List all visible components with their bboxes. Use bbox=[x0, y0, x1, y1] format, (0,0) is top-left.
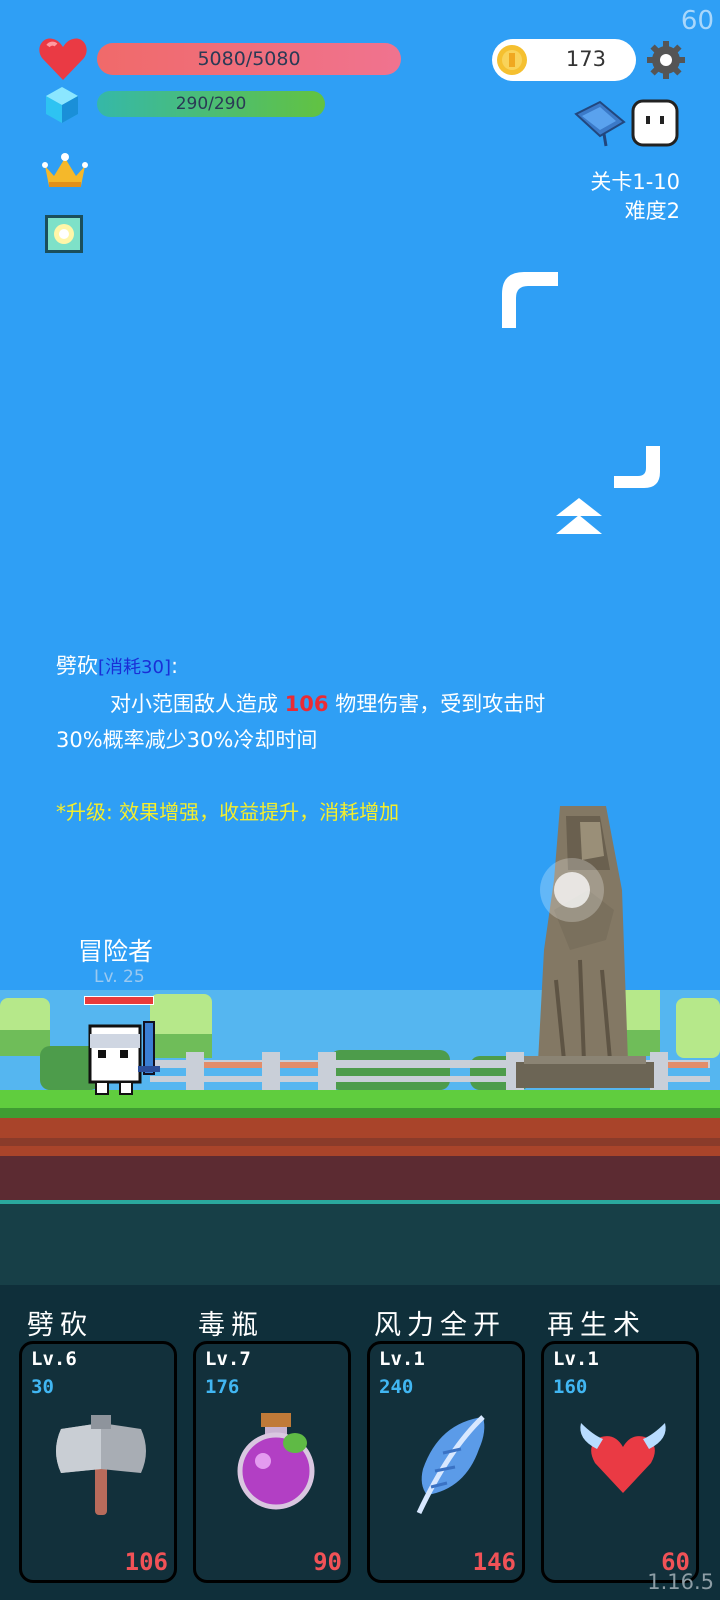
mp-bar: 290/290 bbox=[97, 91, 325, 117]
skill-cost: 30 bbox=[31, 1376, 54, 1398]
buff-lightbulb-icon[interactable] bbox=[45, 215, 83, 253]
hero-name: 冒险者 bbox=[78, 937, 154, 966]
skill-level: Lv.7 bbox=[205, 1348, 251, 1370]
gold-coin-icon bbox=[497, 45, 527, 75]
hero-level: Lv. 25 bbox=[94, 967, 145, 987]
skill-name-1: 劈砍 bbox=[27, 1310, 93, 1341]
target-corner-top-left bbox=[502, 272, 558, 328]
skill-description: 劈砍[消耗30]: 对小范围敌人造成 106 物理伤害，受到攻击时 30%概率减… bbox=[56, 648, 636, 758]
axe-icon bbox=[56, 1415, 146, 1515]
skill-cost: 176 bbox=[205, 1376, 240, 1398]
upgrade-hint: *升级: 效果增强，收益提升，消耗增加 bbox=[56, 800, 400, 824]
skill-desc-line1-pre: 对小范围敌人造成 bbox=[110, 692, 278, 716]
skill-card-poison[interactable]: Lv.7 176 90 bbox=[193, 1341, 351, 1583]
skill-value: 146 bbox=[472, 1548, 516, 1576]
skill-name-4: 再生术 bbox=[547, 1310, 646, 1341]
feather-icon bbox=[416, 1415, 485, 1515]
skill-value: 106 bbox=[124, 1548, 168, 1576]
knight-hero-sprite[interactable] bbox=[86, 1016, 166, 1098]
hp-bar: 5080/5080 bbox=[97, 43, 401, 75]
skill-cost: 240 bbox=[379, 1376, 414, 1398]
ghost-icon[interactable] bbox=[630, 98, 680, 148]
skill-desc-damage: 106 bbox=[284, 692, 329, 716]
hero-hp-bar bbox=[84, 996, 154, 1005]
skill-desc-cost: 消耗30 bbox=[105, 657, 164, 678]
settings-gear-icon[interactable] bbox=[646, 40, 686, 80]
skill-value: 90 bbox=[313, 1548, 342, 1576]
skill-desc-line1-post: 物理伤害，受到攻击时 bbox=[335, 692, 546, 716]
stage-info: 关卡1-10 难度2 bbox=[590, 168, 680, 226]
mp-text: 290/290 bbox=[175, 94, 247, 114]
map-icon[interactable] bbox=[574, 100, 626, 148]
skill-name-3: 风力全开 bbox=[374, 1310, 506, 1341]
hp-text: 5080/5080 bbox=[197, 48, 301, 70]
skill-desc-name: 劈砍 bbox=[56, 654, 98, 678]
target-corner-bottom-right bbox=[614, 446, 660, 488]
praying-statue-enemy[interactable] bbox=[510, 800, 660, 1096]
fps-counter: 60 bbox=[680, 6, 714, 36]
skill-card-wind[interactable]: Lv.1 240 146 bbox=[367, 1341, 525, 1583]
skill-desc-line2: 30%概率减少30%冷却时间 bbox=[56, 728, 318, 752]
heart-icon bbox=[39, 38, 87, 80]
skill-name-2: 毒瓶 bbox=[198, 1310, 264, 1341]
stage-difficulty: 难度2 bbox=[624, 199, 680, 223]
skill-cost: 160 bbox=[553, 1376, 588, 1398]
upgrade-chevrons-icon[interactable] bbox=[556, 498, 602, 536]
crown-icon[interactable] bbox=[42, 152, 88, 190]
winged-heart-icon bbox=[580, 1423, 666, 1493]
skill-level: Lv.6 bbox=[31, 1348, 77, 1370]
version-label: 1.16.5 bbox=[647, 1570, 714, 1594]
coin-counter[interactable]: 173 bbox=[492, 39, 636, 81]
poison-bottle-icon bbox=[237, 1413, 315, 1510]
skill-card-regen[interactable]: Lv.1 160 60 bbox=[541, 1341, 699, 1583]
skill-card-cleave[interactable]: Lv.6 30 106 bbox=[19, 1341, 177, 1583]
coin-amount: 173 bbox=[565, 47, 606, 71]
mana-crystal-icon bbox=[46, 87, 78, 123]
stage-level: 关卡1-10 bbox=[590, 170, 680, 194]
skill-level: Lv.1 bbox=[379, 1348, 425, 1370]
skill-level: Lv.1 bbox=[553, 1348, 599, 1370]
